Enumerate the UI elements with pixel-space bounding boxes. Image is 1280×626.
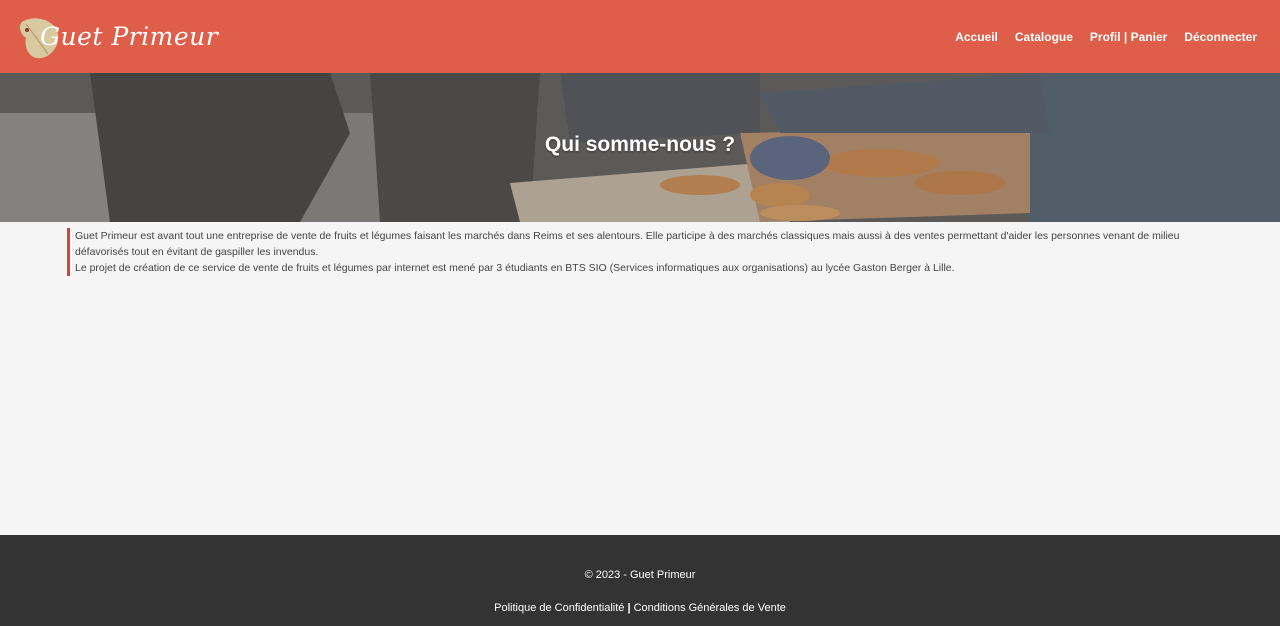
legal-links: Politique de Confidentialité | Condition… — [0, 602, 1280, 614]
about-paragraph-1: Guet Primeur est avant tout une entrepri… — [75, 230, 1180, 258]
page-title: Qui somme-nous ? — [544, 133, 736, 156]
nav-accueil[interactable]: Accueil — [955, 30, 998, 44]
privacy-policy-link[interactable]: Politique de Confidentialité — [494, 602, 624, 614]
logo[interactable]: Guet Primeur — [18, 16, 218, 62]
hero-banner: Qui somme-nous ? — [0, 73, 1280, 222]
main-nav: Accueil Catalogue Profil | Panier Déconn… — [938, 0, 1257, 73]
site-footer: © 2023 - Guet Primeur Politique de Confi… — [0, 535, 1280, 626]
terms-of-sale-link[interactable]: Conditions Générales de Vente — [634, 602, 786, 614]
nav-catalogue[interactable]: Catalogue — [1015, 30, 1073, 44]
about-text: Guet Primeur est avant tout une entrepri… — [67, 228, 1207, 276]
about-paragraph-2: Le projet de création de ce service de v… — [75, 262, 955, 274]
site-header: Guet Primeur Accueil Catalogue Profil | … — [0, 0, 1280, 73]
nav-deconnecter[interactable]: Déconnecter — [1184, 30, 1257, 44]
logo-text: Guet Primeur — [40, 22, 219, 51]
nav-profil-panier[interactable]: Profil | Panier — [1090, 30, 1167, 44]
link-separator: | — [627, 602, 631, 614]
copyright-text: © 2023 - Guet Primeur — [584, 569, 696, 581]
